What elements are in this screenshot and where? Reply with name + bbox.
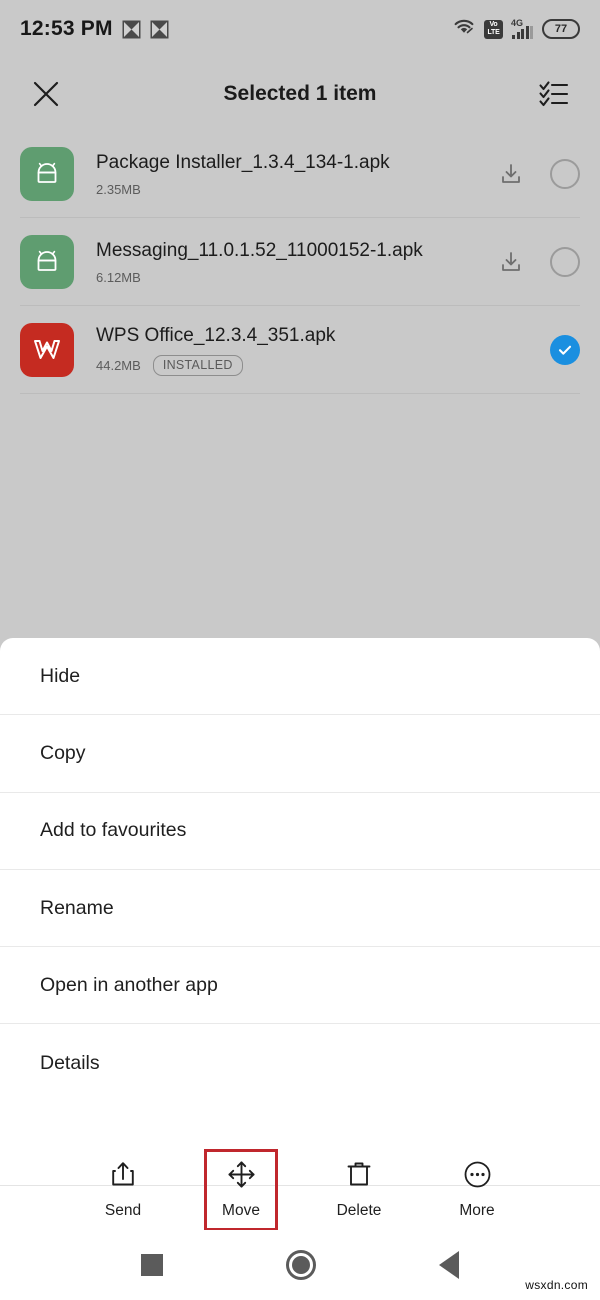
android-apk-icon [20,147,74,201]
battery-level-text: 77 [554,23,568,35]
file-size: 2.35MB [96,182,141,197]
status-badge: INSTALLED [152,355,243,376]
context-menu-sheet: Hide Copy Add to favourites Rename Open … [0,638,600,1185]
row-actions [550,335,580,365]
close-icon[interactable] [26,74,66,114]
menu-item-hide[interactable]: Hide [0,638,600,716]
page-title: Selected 1 item [223,82,377,105]
file-name: Package Installer_1.3.4_134-1.apk [96,152,390,173]
menu-item-open-in-another-app[interactable]: Open in another app [0,947,600,1025]
file-subline: 44.2MB INSTALLED [96,355,538,376]
table-row[interactable]: Package Installer_1.3.4_134-1.apk 2.35MB [0,130,600,218]
file-info: WPS Office_12.3.4_351.apk 44.2MB INSTALL… [96,324,538,376]
delete-label: Delete [336,1202,382,1219]
menu-item-rename[interactable]: Rename [0,870,600,948]
row-divider [20,393,580,394]
move-arrows-icon [227,1160,255,1193]
android-nav-bar [0,1230,600,1300]
status-time: 12:53 PM [20,17,113,40]
table-row[interactable]: Messaging_11.0.1.52_11000152-1.apk 6.12M… [0,218,600,306]
select-all-icon[interactable] [534,74,574,114]
menu-item-copy[interactable]: Copy [0,715,600,793]
signal-bar-inactive [530,26,533,39]
menu-item-details[interactable]: Details [0,1024,600,1101]
row-checkbox[interactable] [550,159,580,189]
signal-icon: 4G [511,18,533,39]
app-header: Selected 1 item [0,58,600,130]
file-name: Messaging_11.0.1.52_11000152-1.apk [96,240,423,261]
send-button[interactable]: Send [86,1149,160,1231]
volte-icon: Vo LTE [484,19,503,39]
action-bar: Send Move Delete More [0,1149,600,1231]
delete-button[interactable]: Delete [322,1149,396,1231]
signal-bar [516,32,520,39]
status-bar-left: 12:53 PM [20,17,169,41]
table-row[interactable]: WPS Office_12.3.4_351.apk 44.2MB INSTALL… [0,306,600,394]
app-notification-icon [150,20,169,39]
status-bar: 12:53 PM Vo LTE 4G 77 [0,0,600,58]
file-info: Package Installer_1.3.4_134-1.apk 2.35MB [96,151,486,197]
home-circle-icon[interactable] [285,1250,316,1280]
send-label: Send [104,1202,142,1219]
row-checkbox-selected[interactable] [550,335,580,365]
battery-icon: 77 [542,19,580,39]
network-type-label: 4G [511,18,524,28]
menu-item-add-to-favourites[interactable]: Add to favourites [0,793,600,870]
move-label: Move [222,1201,260,1219]
volte-bottom-text: LTE [487,29,500,36]
row-actions [498,247,580,277]
app-notification-icon [122,20,141,39]
status-bar-right: Vo LTE 4G 77 [453,18,580,41]
signal-bar [525,26,529,39]
share-icon [110,1160,136,1193]
trash-icon [346,1160,372,1193]
wifi-icon [453,18,475,41]
file-subline: 2.35MB [96,182,486,197]
file-name: WPS Office_12.3.4_351.apk [96,325,336,346]
download-icon[interactable] [498,161,524,187]
file-subline: 6.12MB [96,270,486,285]
file-list: Package Installer_1.3.4_134-1.apk 2.35MB [0,130,600,394]
android-apk-icon [20,235,74,289]
file-size: 6.12MB [96,270,141,285]
file-size: 44.2MB [96,358,141,373]
watermark: wsxdn.com [525,1278,588,1292]
recents-square-icon[interactable] [141,1254,164,1276]
row-actions [498,159,580,189]
wps-office-icon [20,323,74,377]
row-checkbox[interactable] [550,247,580,277]
volte-top-text: Vo [489,21,498,28]
more-dots-icon [464,1161,491,1193]
back-triangle-icon[interactable] [438,1251,459,1279]
file-info: Messaging_11.0.1.52_11000152-1.apk 6.12M… [96,239,486,285]
download-icon[interactable] [498,249,524,275]
signal-bar [521,29,524,39]
more-label: More [459,1201,495,1219]
move-button[interactable]: Move [204,1149,278,1231]
more-button[interactable]: More [440,1149,514,1231]
signal-bar [512,35,515,39]
